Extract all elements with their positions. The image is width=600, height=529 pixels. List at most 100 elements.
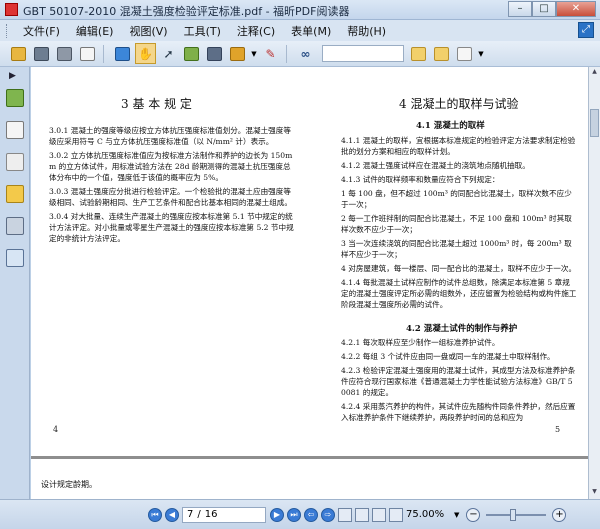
section-heading: 4.2 混凝土试件的制作与养护: [406, 324, 518, 334]
minimize-button[interactable]: –: [508, 1, 532, 17]
search-input[interactable]: [322, 45, 404, 62]
paragraph: 4.1.2 混凝土强度试样应在混凝土的浇筑地点随机抽取。: [341, 161, 530, 170]
rms-dropdown[interactable]: ▼: [250, 43, 258, 64]
next-page-icon[interactable]: ▶: [270, 508, 284, 522]
scroll-up-icon[interactable]: ▲: [590, 68, 599, 78]
hand-tool-button[interactable]: ✋: [135, 43, 156, 64]
scroll-thumb[interactable]: [590, 109, 599, 137]
next-page-text: 设计规定龄期。: [41, 480, 97, 489]
folder-open-icon: [11, 46, 26, 61]
find-prev-button[interactable]: [408, 43, 429, 64]
window-controls: – □ ✕: [508, 1, 596, 18]
prev-page-icon[interactable]: ◀: [165, 508, 179, 522]
pen-icon: ✎: [265, 46, 276, 61]
page-separator: /: [197, 509, 201, 520]
pages-icon[interactable]: [6, 121, 24, 139]
pdf-next-page: 设计规定龄期。: [31, 456, 588, 499]
menu-bar: 文件(F) 编辑(E) 视图(V) 工具(T) 注释(C) 表单(M) 帮助(H…: [0, 20, 600, 41]
open-button[interactable]: [8, 43, 29, 64]
save-button[interactable]: [31, 43, 52, 64]
find-button[interactable]: ∞: [295, 43, 316, 64]
zoom-controls: 75.00% ▼ − +: [406, 507, 569, 523]
menu-view[interactable]: 视图(V): [121, 23, 175, 39]
email-icon: [80, 46, 95, 61]
scroll-down-icon[interactable]: ▼: [590, 488, 599, 498]
zoom-slider-knob[interactable]: [510, 509, 517, 521]
find-next-button[interactable]: [431, 43, 452, 64]
paragraph: 1 每 100 盘，但不超过 100m³ 的同配合比混凝土，取样次数不应少于一次…: [341, 189, 572, 209]
paragraph: 3 当一次连续浇筑的同配合比混凝土超过 1000m³ 时，每 200m³ 取样不…: [341, 239, 572, 259]
find-next-icon: [434, 46, 449, 61]
forward-icon[interactable]: ⇨: [321, 508, 335, 522]
comments-icon[interactable]: [6, 185, 24, 203]
monitor-icon: [115, 46, 130, 61]
menu-tools[interactable]: 工具(T): [176, 23, 229, 39]
bookmarks-icon[interactable]: [6, 89, 24, 107]
menu-comment[interactable]: 注释(C): [229, 23, 283, 39]
toolbar-separator: [286, 44, 292, 63]
attachments-icon[interactable]: [6, 217, 24, 235]
zoom-dropdown-icon[interactable]: ▼: [454, 511, 459, 519]
paragraph: 4.1.4 每批混凝土试样应制作的试件总组数，除满足本标准第 5 章规定的混凝土…: [341, 278, 577, 309]
fullscreen-icon[interactable]: ⤢: [578, 22, 594, 38]
title-bar: GBT 50107-2010 混凝土强度检验评定标准.pdf - 福昕PDF阅读…: [0, 0, 600, 20]
menu-grip: [6, 23, 9, 38]
last-page-icon[interactable]: ⏭: [287, 508, 301, 522]
menu-help[interactable]: 帮助(H): [339, 23, 394, 39]
close-button[interactable]: ✕: [556, 1, 596, 17]
continuous-page-icon[interactable]: [355, 508, 369, 522]
find-options-button[interactable]: [454, 43, 475, 64]
navigation-sidebar: ▶: [0, 67, 30, 499]
email-button[interactable]: [77, 43, 98, 64]
maximize-button[interactable]: □: [532, 1, 556, 17]
layers-icon[interactable]: [6, 153, 24, 171]
camera-icon: [207, 46, 222, 61]
paragraph: 4.1.3 试件的取样频率和数量应符合下列规定：: [341, 175, 500, 184]
signatures-icon[interactable]: [6, 249, 24, 267]
status-bar: ⏮ ◀ 7 / 16 ▶ ⏭ ⇦ ⇨ 75.00% ▼ − +: [0, 499, 600, 529]
image-icon: [184, 46, 199, 61]
paragraph: 4.2.2 每组 3 个试件应由同一盘或同一车的混凝土中取样制作。: [341, 352, 555, 361]
menu-file[interactable]: 文件(F): [15, 23, 68, 39]
find-options-dropdown[interactable]: ▼: [477, 43, 485, 64]
paragraph: 4 对房屋建筑，每一楼层、同一配合比的混凝土，取样不应少于一次。: [341, 264, 577, 273]
left-page-number: 4: [53, 425, 59, 434]
page-number-field[interactable]: 7 / 16: [182, 507, 266, 523]
paragraph: 3.0.1 混凝土的强度等级应按立方体抗压强度标准值划分。混凝土强度等级应采用符…: [49, 126, 291, 146]
cursor-icon: ➚: [163, 46, 174, 61]
zoom-in-icon[interactable]: +: [552, 508, 567, 522]
vertical-scrollbar[interactable]: ▲ ▼: [588, 67, 600, 499]
paragraph: 3.0.2 立方体抗压强度标准值应为按标准方法制作和养护的边长为 150mm 的…: [49, 151, 293, 182]
lock-icon: [230, 46, 245, 61]
back-icon[interactable]: ⇦: [304, 508, 318, 522]
snapshot-button[interactable]: [181, 43, 202, 64]
right-page-number: 5: [555, 425, 561, 434]
document-view[interactable]: 3 基 本 规 定 3.0.1 混凝土的强度等级应按立方体抗压强度标准值划分。混…: [31, 67, 588, 499]
single-page-icon[interactable]: [338, 508, 352, 522]
pen-button[interactable]: ✎: [260, 43, 281, 64]
right-page-heading: 4 混凝土的取样与试验: [399, 97, 519, 111]
sidebar-expand-icon[interactable]: ▶: [9, 71, 16, 81]
menu-edit[interactable]: 编辑(E): [68, 23, 122, 39]
toolbar: ✋ ➚ ▼ ✎ ∞ ▼: [0, 41, 600, 67]
zoom-out-icon[interactable]: −: [466, 508, 481, 522]
total-pages: 16: [204, 509, 218, 520]
zoom-level[interactable]: 75.00%: [406, 507, 454, 523]
print-button[interactable]: [54, 43, 75, 64]
right-page-body: 4.1.1 混凝土的取样，宜根据本标准规定的检验评定方法要求制定检验批的划分方案…: [341, 135, 577, 313]
continuous-facing-icon[interactable]: [389, 508, 403, 522]
hand-icon: ✋: [138, 46, 153, 61]
document-settings-icon: [457, 46, 472, 61]
left-page-heading: 3 基 本 规 定: [121, 97, 192, 111]
paragraph: 3.0.3 混凝土强度应分批进行检验评定。一个检验批的混凝土应由强度等级相同、试…: [49, 187, 292, 207]
menu-form[interactable]: 表单(M): [283, 23, 339, 39]
facing-page-icon[interactable]: [372, 508, 386, 522]
first-page-icon[interactable]: ⏮: [148, 508, 162, 522]
screen-button[interactable]: [112, 43, 133, 64]
select-tool-button[interactable]: ➚: [158, 43, 179, 64]
zoom-slider[interactable]: [486, 509, 547, 521]
current-page[interactable]: 7: [187, 508, 193, 522]
rms-button[interactable]: [227, 43, 248, 64]
camera-button[interactable]: [204, 43, 225, 64]
paragraph: 4.2.4 采用蒸汽养护的构件，其试件应先随构件同条件养护，然后应置入标准养护条…: [341, 402, 576, 422]
